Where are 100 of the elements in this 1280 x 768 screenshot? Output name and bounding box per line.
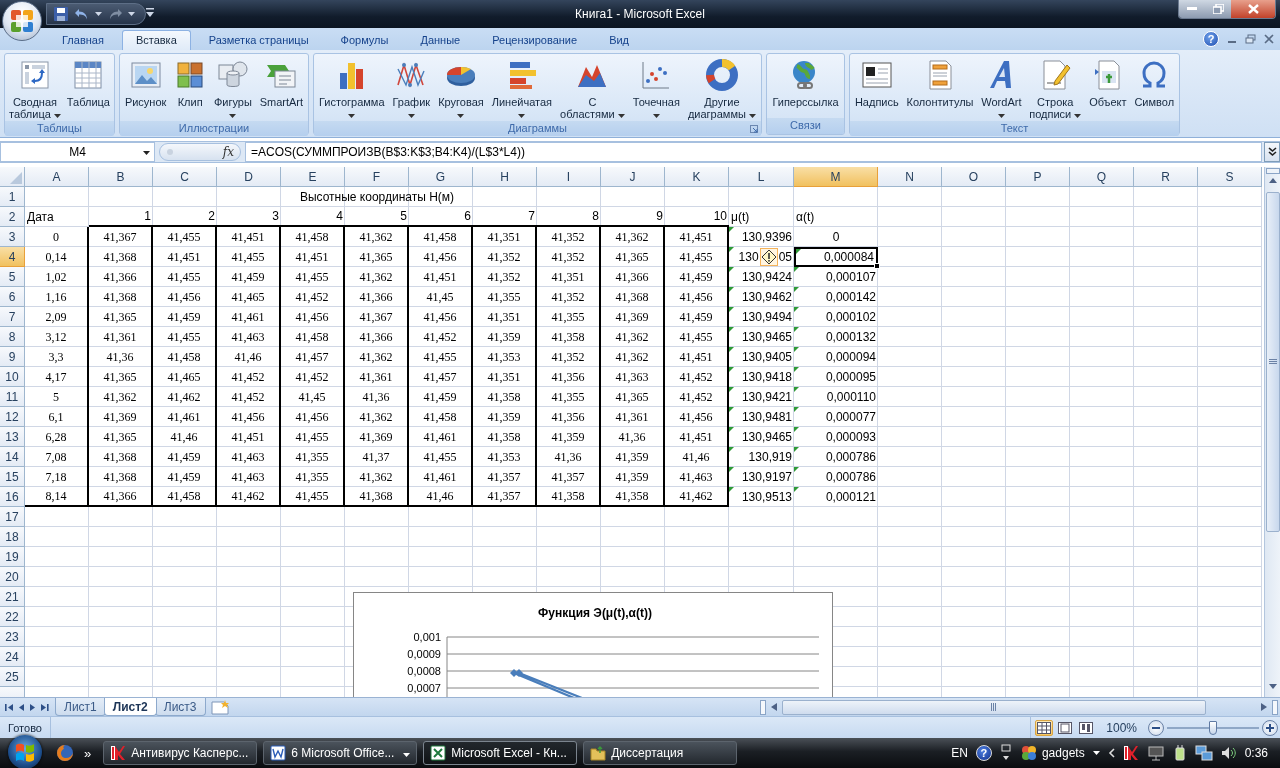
- first-sheet-icon[interactable]: [5, 702, 14, 712]
- split-handle[interactable]: [760, 699, 766, 715]
- ribbon-button[interactable]: Надпись: [853, 56, 900, 109]
- ribbon-tab[interactable]: Данные: [406, 30, 475, 50]
- row-header[interactable]: 17: [0, 507, 25, 527]
- ribbon-button[interactable]: С областями: [559, 56, 626, 121]
- view-button[interactable]: [1035, 719, 1054, 736]
- row-header[interactable]: 2: [0, 207, 25, 227]
- column-header[interactable]: B: [89, 167, 153, 187]
- row-header[interactable]: 10: [0, 367, 25, 387]
- ribbon-button[interactable]: Гистограмма: [318, 56, 386, 121]
- column-header[interactable]: S: [1198, 167, 1262, 187]
- ribbon-button[interactable]: Линейчатая: [490, 56, 554, 121]
- ribbon-tab[interactable]: Рецензирование: [478, 30, 592, 50]
- ribbon-button[interactable]: Точечная: [631, 56, 681, 121]
- row-header[interactable]: 23: [0, 627, 25, 647]
- ribbon-tab[interactable]: Формулы: [326, 30, 403, 50]
- more-button[interactable]: »: [84, 745, 92, 761]
- row-header[interactable]: 4: [0, 247, 25, 267]
- zoom-slider[interactable]: [1167, 720, 1259, 735]
- ribbon-button[interactable]: Строка подписи: [1028, 56, 1083, 121]
- column-header[interactable]: M: [794, 167, 878, 187]
- insert-function-button[interactable]: fx: [222, 145, 234, 159]
- row-header[interactable]: 1: [0, 187, 25, 207]
- close-button[interactable]: [1231, 0, 1275, 18]
- last-sheet-icon[interactable]: [40, 702, 49, 712]
- row-header[interactable]: 3: [0, 227, 25, 247]
- fill-handle[interactable]: [874, 263, 880, 269]
- row-header[interactable]: 16: [0, 487, 25, 507]
- split-handle[interactable]: [1265, 168, 1280, 174]
- column-header[interactable]: F: [345, 167, 409, 187]
- zoom-out-button[interactable]: [1148, 719, 1164, 736]
- ribbon-button[interactable]: Таблица: [65, 56, 111, 109]
- column-header[interactable]: Q: [1070, 167, 1134, 187]
- ribbon-tab[interactable]: Вид: [595, 30, 644, 50]
- taskbar-button[interactable]: Антивирус Касперс...: [103, 741, 258, 765]
- row-header[interactable]: 6: [0, 287, 25, 307]
- scroll-thumb[interactable]: [1265, 192, 1280, 532]
- minimize-button[interactable]: [1179, 0, 1205, 18]
- row-header[interactable]: 14: [0, 447, 25, 467]
- windows-switch-icon[interactable]: [999, 744, 1012, 762]
- sheet-tab[interactable]: Лист3: [154, 698, 206, 716]
- ribbon-button[interactable]: Колонтитулы: [905, 56, 975, 109]
- ribbon-button[interactable]: Гиперссылка: [771, 56, 840, 109]
- row-header[interactable]: 18: [0, 527, 25, 547]
- chevron-left-icon[interactable]: [1107, 748, 1115, 758]
- slider-thumb[interactable]: [1209, 720, 1217, 735]
- column-header[interactable]: R: [1134, 167, 1198, 187]
- dialog-launcher-icon[interactable]: [750, 125, 758, 133]
- column-header[interactable]: O: [942, 167, 1006, 187]
- browser-icon[interactable]: [56, 744, 74, 762]
- ribbon-button[interactable]: Объект: [1088, 56, 1128, 109]
- column-header[interactable]: H: [473, 167, 537, 187]
- clock[interactable]: 0:36: [1244, 746, 1268, 760]
- row-header[interactable]: 13: [0, 427, 25, 447]
- view-button[interactable]: [1077, 719, 1096, 736]
- ribbon-button[interactable]: Символ: [1133, 56, 1176, 109]
- formula-field[interactable]: =ACOS(СУММПРОИЗВ(B$3:K$3;B4:K4)/(L$3*L4)): [245, 142, 1262, 162]
- column-header[interactable]: A: [25, 167, 89, 187]
- row-header[interactable]: 8: [0, 327, 25, 347]
- left-arrow-icon[interactable]: [770, 702, 778, 712]
- speaker-icon[interactable]: [1220, 745, 1237, 761]
- column-header[interactable]: L: [729, 167, 794, 187]
- sheet-tab[interactable]: Лист2: [103, 698, 157, 716]
- ribbon-button[interactable]: Другие диаграммы: [686, 56, 757, 121]
- row-header[interactable]: 5: [0, 267, 25, 287]
- row-header[interactable]: 21: [0, 587, 25, 607]
- monitor-icon[interactable]: [1146, 745, 1165, 761]
- name-box[interactable]: M4: [0, 142, 155, 162]
- column-header[interactable]: K: [665, 167, 729, 187]
- network-icon[interactable]: [1194, 745, 1213, 761]
- column-header[interactable]: E: [281, 167, 345, 187]
- column-header[interactable]: P: [1006, 167, 1070, 187]
- split-handle[interactable]: [1272, 699, 1278, 715]
- row-header[interactable]: 22: [0, 607, 25, 627]
- row-header[interactable]: 20: [0, 567, 25, 587]
- row-header[interactable]: 24: [0, 647, 25, 667]
- row-header[interactable]: 19: [0, 547, 25, 567]
- zoom-level[interactable]: 100%: [1098, 720, 1145, 735]
- row-header[interactable]: 7: [0, 307, 25, 327]
- column-header[interactable]: C: [153, 167, 217, 187]
- scroll-thumb[interactable]: [782, 699, 1206, 715]
- row-header[interactable]: 12: [0, 407, 25, 427]
- ribbon-button[interactable]: Круговая: [437, 56, 485, 121]
- column-header[interactable]: G: [409, 167, 473, 187]
- right-arrow-icon[interactable]: [1260, 702, 1268, 712]
- language-indicator[interactable]: EN: [951, 746, 968, 760]
- row-header[interactable]: 11: [0, 387, 25, 407]
- power-plug-icon[interactable]: [1172, 745, 1187, 761]
- row-header[interactable]: 9: [0, 347, 25, 367]
- ribbon-tab[interactable]: Разметка страницы: [194, 30, 323, 50]
- taskbar-button[interactable]: Microsoft Excel - Кн...: [423, 741, 578, 765]
- column-header[interactable]: I: [537, 167, 601, 187]
- ribbon-button[interactable]: Клип: [173, 56, 208, 109]
- close-icon[interactable]: [1264, 34, 1274, 44]
- next-sheet-icon[interactable]: [29, 702, 36, 712]
- taskbar-button[interactable]: 6 Microsoft Office...: [263, 741, 418, 765]
- error-options-button[interactable]: [759, 248, 778, 266]
- ribbon-button[interactable]: Рисунок: [123, 56, 168, 109]
- column-header[interactable]: J: [601, 167, 665, 187]
